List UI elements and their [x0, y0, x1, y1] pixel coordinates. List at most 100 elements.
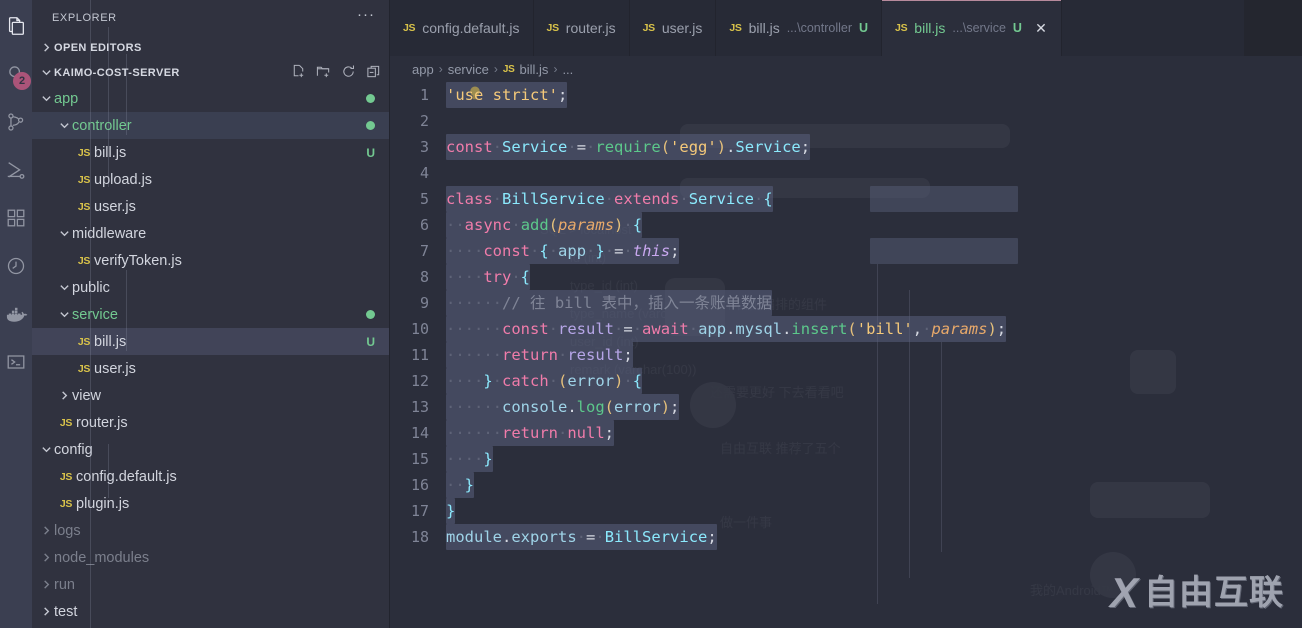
- chevron-right-icon[interactable]: [56, 390, 72, 401]
- tree-file-plugin.js[interactable]: JS plugin.js: [32, 490, 389, 517]
- code-text[interactable]: const·Service·=·require('egg').Service;: [446, 134, 811, 160]
- code-text[interactable]: ··async·add(params)·{: [446, 212, 643, 238]
- tree-file-router.js[interactable]: JS router.js: [32, 409, 389, 436]
- breadcrumb-item[interactable]: bill.js: [520, 62, 549, 77]
- tree-folder-view[interactable]: view: [32, 382, 389, 409]
- chevron-down-icon[interactable]: [56, 120, 72, 131]
- breadcrumb-item[interactable]: app: [412, 62, 434, 77]
- editor-tab-user-js[interactable]: JS user.js: [629, 0, 717, 56]
- tree-folder-middleware[interactable]: middleware: [32, 220, 389, 247]
- code-text[interactable]: 'use strict';: [446, 82, 568, 108]
- editor-tab-router-js[interactable]: JS router.js: [533, 0, 630, 56]
- code-text[interactable]: ····const·{·app·}·=·this;: [446, 238, 680, 264]
- code-text[interactable]: ··}: [446, 472, 475, 498]
- code-line[interactable]: 9 ······// 往 bill 表中，插入一条账单数据: [390, 290, 1302, 316]
- code-line[interactable]: 5 class·BillService·extends·Service·{: [390, 186, 1302, 212]
- section-project-root[interactable]: KAIMO-COST-SERVER: [32, 60, 389, 85]
- code-line[interactable]: 14 ······return·null;: [390, 420, 1302, 446]
- timeline-icon[interactable]: [0, 242, 32, 290]
- code-text[interactable]: ······// 往 bill 表中，插入一条账单数据: [446, 290, 772, 316]
- tree-file-upload.js[interactable]: JS upload.js: [32, 166, 389, 193]
- code-text[interactable]: ····}·catch·(error)·{: [446, 368, 643, 394]
- remote-explorer-icon[interactable]: [0, 338, 32, 386]
- editor-tab-config-default-js[interactable]: JS config.default.js: [390, 0, 534, 56]
- tree-folder-app[interactable]: app: [32, 85, 389, 112]
- chevron-right-icon[interactable]: [38, 606, 54, 617]
- chevron-right-icon[interactable]: [38, 552, 54, 563]
- code-line[interactable]: 15 ····}: [390, 446, 1302, 472]
- code-text[interactable]: ····try·{: [446, 264, 531, 290]
- tree-folder-config[interactable]: config: [32, 436, 389, 463]
- code-text[interactable]: ······console.log(error);: [446, 394, 680, 420]
- tree-file-verifyToken.js[interactable]: JS verifyToken.js: [32, 247, 389, 274]
- code-line[interactable]: 11 ······return·result;: [390, 342, 1302, 368]
- code-line[interactable]: 12 ····}·catch·(error)·{: [390, 368, 1302, 394]
- tree-folder-run[interactable]: run: [32, 571, 389, 598]
- tree-folder-logs[interactable]: logs: [32, 517, 389, 544]
- new-file-icon[interactable]: [291, 64, 306, 82]
- code-text[interactable]: ······return·null;: [446, 420, 615, 446]
- folder-change-indicator: [366, 310, 375, 319]
- tree-file-bill.js[interactable]: JS bill.js U: [32, 139, 389, 166]
- sidebar-more-actions-icon[interactable]: ···: [357, 6, 375, 30]
- tree-folder-controller[interactable]: controller: [32, 112, 389, 139]
- source-control-icon[interactable]: [0, 98, 32, 146]
- search-icon[interactable]: 2: [0, 50, 32, 98]
- code-line[interactable]: 3 const·Service·=·require('egg').Service;: [390, 134, 1302, 160]
- code-text[interactable]: class·BillService·extends·Service·{: [446, 186, 773, 212]
- tree-file-user.js[interactable]: JS user.js: [32, 193, 389, 220]
- code-line[interactable]: 6 ··async·add(params)·{: [390, 212, 1302, 238]
- code-text[interactable]: module.exports·=·BillService;: [446, 524, 717, 550]
- code-editor[interactable]: SQL > localhost id (int) type_id (int) t…: [390, 82, 1302, 628]
- explorer-icon[interactable]: [0, 2, 32, 50]
- editor-tab-bill-js-controller[interactable]: JS bill.js ...\controller U: [716, 0, 883, 56]
- editor-tab-bill-js-service[interactable]: JS bill.js ...\service U ✕: [882, 0, 1062, 56]
- tree-folder-test[interactable]: test: [32, 598, 389, 625]
- breadcrumb-item[interactable]: ...: [562, 62, 573, 77]
- docker-icon[interactable]: [0, 290, 32, 338]
- file-tree[interactable]: app controller JS bill.js U JS upload.js JS user…: [32, 0, 389, 628]
- chevron-right-icon[interactable]: [38, 525, 54, 536]
- code-lines[interactable]: 1 'use strict'; 2 3 const·Service·=·require…: [390, 82, 1302, 628]
- tree-file-config.default.js[interactable]: JS config.default.js: [32, 463, 389, 490]
- code-text[interactable]: ····}: [446, 446, 493, 472]
- tree-item-label: bill.js: [94, 144, 127, 161]
- editor-tab-bar[interactable]: JS config.default.js JS router.js JS user.js J…: [390, 0, 1302, 56]
- code-line[interactable]: 16 ··}: [390, 472, 1302, 498]
- code-line[interactable]: 17}: [390, 498, 1302, 524]
- code-line[interactable]: 10 ······const·result·=·await·app.mysql.i…: [390, 316, 1302, 342]
- code-line[interactable]: 7 ····const·{·app·}·=·this;: [390, 238, 1302, 264]
- section-open-editors[interactable]: OPEN EDITORS: [32, 35, 389, 60]
- code-text[interactable]: [446, 160, 455, 186]
- code-line[interactable]: 18 module.exports·=·BillService;: [390, 524, 1302, 550]
- tree-folder-node_modules[interactable]: node_modules: [32, 544, 389, 571]
- tree-item-label: upload.js: [94, 171, 153, 188]
- chevron-right-icon[interactable]: [38, 579, 54, 590]
- collapse-all-icon[interactable]: [366, 64, 381, 82]
- chevron-down-icon[interactable]: [56, 309, 72, 320]
- code-text[interactable]: ······const·result·=·await·app.mysql.ins…: [446, 316, 1007, 342]
- tree-folder-public[interactable]: public: [32, 274, 389, 301]
- chevron-down-icon[interactable]: [38, 93, 54, 104]
- tree-file-user.js[interactable]: JS user.js: [32, 355, 389, 382]
- extensions-icon[interactable]: [0, 194, 32, 242]
- code-line[interactable]: 8 ····try·{: [390, 264, 1302, 290]
- chevron-down-icon[interactable]: [56, 282, 72, 293]
- breadcrumb-item[interactable]: service: [448, 62, 489, 77]
- new-folder-icon[interactable]: [316, 64, 331, 82]
- code-text[interactable]: ······return·result;: [446, 342, 633, 368]
- chevron-down-icon[interactable]: [56, 228, 72, 239]
- code-line[interactable]: 2: [390, 108, 1302, 134]
- code-line[interactable]: 1 'use strict';: [390, 82, 1302, 108]
- code-line[interactable]: 4: [390, 160, 1302, 186]
- tree-folder-service[interactable]: service: [32, 301, 389, 328]
- code-text[interactable]: [446, 108, 455, 134]
- close-icon[interactable]: ✕: [1034, 21, 1048, 35]
- chevron-down-icon[interactable]: [38, 444, 54, 455]
- refresh-icon[interactable]: [341, 64, 356, 82]
- code-line[interactable]: 13 ······console.log(error);: [390, 394, 1302, 420]
- breadcrumb[interactable]: app › service › JS bill.js ›...: [390, 56, 1302, 82]
- code-text[interactable]: }: [446, 498, 456, 524]
- run-debug-icon[interactable]: [0, 146, 32, 194]
- tree-file-bill.js[interactable]: JS bill.js U: [32, 328, 389, 355]
